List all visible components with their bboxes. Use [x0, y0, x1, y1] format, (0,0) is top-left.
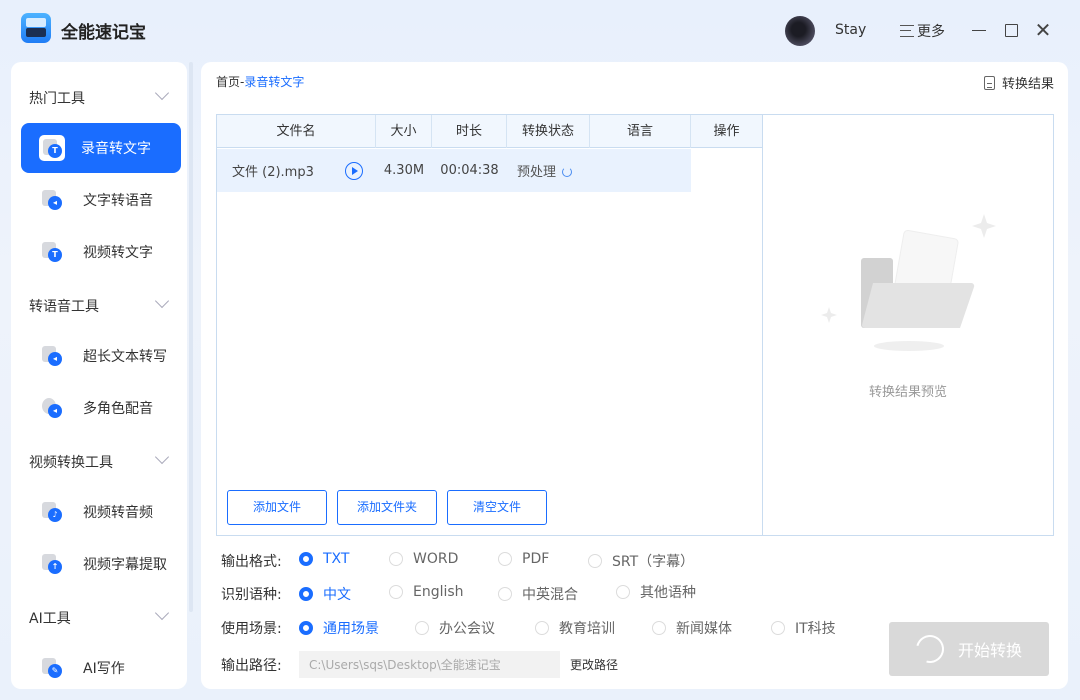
format-radio-pdf[interactable]: PDF — [498, 551, 549, 567]
sidebar-group-ai-tools[interactable]: AI工具 — [29, 608, 71, 628]
breadcrumb-current: 录音转文字 — [244, 75, 305, 89]
column-header-status: 转换状态 — [507, 115, 590, 148]
sidebar-item-text-to-speech[interactable]: ◂ 文字转语音 — [21, 175, 181, 225]
sidebar-item-label: 录音转文字 — [81, 141, 151, 157]
scene-radio-office[interactable]: 办公会议 — [415, 618, 495, 638]
clear-files-button[interactable]: 清空文件 — [447, 490, 547, 525]
app-title: 全能速记宝 — [61, 23, 146, 43]
scene-radio-education[interactable]: 教育培训 — [535, 618, 615, 638]
sidebar-item-label: 视频转文字 — [83, 245, 153, 261]
empty-folder-illustration — [821, 214, 996, 351]
language-radio-english[interactable]: English — [389, 584, 464, 600]
sidebar-item-video-to-audio[interactable]: ♪ 视频转音频 — [21, 487, 181, 537]
sidebar-item-label: 文字转语音 — [83, 193, 153, 209]
preview-panel: 转换结果预览 — [763, 114, 1054, 536]
sidebar-item-long-text[interactable]: ◂ 超长文本转写 — [21, 331, 181, 381]
menu-icon — [900, 25, 914, 37]
document-icon — [983, 75, 995, 90]
more-menu-button[interactable]: 更多 — [900, 21, 945, 41]
sidebar-item-video-to-text[interactable]: T 视频转文字 — [21, 227, 181, 277]
chevron-down-icon[interactable] — [154, 605, 170, 621]
ai-writing-icon: ✎ — [41, 657, 63, 679]
add-file-button[interactable]: 添加文件 — [227, 490, 327, 525]
output-path-label: 输出路径: — [221, 658, 282, 674]
sparkle-icon — [972, 214, 996, 238]
conversion-results-link[interactable]: 转换结果 — [983, 73, 1054, 92]
main-panel: 首页-录音转文字 转换结果 文件名 大小 时长 转换状态 语言 操作 文件 (2… — [201, 62, 1068, 689]
sidebar-item-label: 视频转音频 — [83, 505, 153, 521]
column-header-size: 大小 — [376, 115, 432, 148]
loading-spinner-icon — [562, 167, 573, 177]
scene-radio-news[interactable]: 新闻媒体 — [652, 618, 732, 638]
chevron-down-icon[interactable] — [154, 449, 170, 465]
sidebar-item-label: 多角色配音 — [83, 401, 153, 417]
column-header-action: 操作 — [713, 124, 740, 139]
app-logo-icon — [21, 13, 51, 43]
language-radio-other[interactable]: 其他语种 — [616, 582, 696, 602]
close-button[interactable]: ✕ — [1034, 20, 1052, 40]
file-size: 4.30M — [383, 163, 425, 178]
sidebar-group-speech-tools[interactable]: 转语音工具 — [29, 296, 99, 316]
file-name: 文件 (2).mp3 — [232, 165, 314, 180]
more-label: 更多 — [917, 24, 945, 40]
sidebar-item-subtitle-extract[interactable]: ↑ 视频字幕提取 — [21, 539, 181, 589]
table-row[interactable]: 文件 (2).mp3 4.30M 00:04:38 预处理 — [217, 149, 691, 192]
video-to-audio-icon: ♪ — [41, 501, 63, 523]
sidebar-scrollbar[interactable] — [189, 62, 193, 612]
chevron-down-icon[interactable] — [154, 85, 170, 101]
column-header-filename: 文件名 — [217, 115, 376, 148]
minimize-button[interactable] — [970, 20, 988, 40]
sidebar-item-label: 视频字幕提取 — [83, 557, 167, 573]
video-to-text-icon: T — [41, 241, 63, 263]
file-table: 文件名 大小 时长 转换状态 语言 操作 文件 (2).mp3 4.30M 00… — [216, 114, 763, 536]
language-label: 识别语种: — [221, 587, 282, 603]
breadcrumb-home[interactable]: 首页 — [216, 75, 240, 89]
scene-radio-general[interactable]: 通用场景 — [299, 618, 379, 638]
format-label: 输出格式: — [221, 554, 282, 570]
table-header: 文件名 大小 时长 转换状态 语言 操作 — [217, 115, 762, 148]
audio-to-text-icon: T — [39, 135, 65, 161]
sidebar-group-hot-tools[interactable]: 热门工具 — [29, 88, 85, 108]
change-path-link[interactable]: 更改路径 — [570, 656, 618, 673]
username[interactable]: Stay — [835, 22, 866, 38]
chevron-down-icon[interactable] — [154, 293, 170, 309]
file-duration: 00:04:38 — [440, 163, 499, 178]
breadcrumb: 首页-录音转文字 — [216, 75, 305, 89]
file-status: 预处理 — [507, 161, 590, 180]
waveform-icon — [910, 629, 950, 669]
format-radio-txt[interactable]: TXT — [299, 551, 349, 567]
sidebar-group-video-tools[interactable]: 视频转换工具 — [29, 452, 113, 472]
user-avatar[interactable] — [785, 16, 815, 46]
long-text-icon: ◂ — [41, 345, 63, 367]
sidebar-item-multi-role-dubbing[interactable]: ◂ 多角色配音 — [21, 383, 181, 433]
subtitle-extract-icon: ↑ — [41, 553, 63, 575]
language-radio-chinese[interactable]: 中文 — [299, 584, 351, 604]
text-to-speech-icon: ◂ — [41, 189, 63, 211]
sidebar-item-label: AI写作 — [83, 661, 125, 677]
scene-label: 使用场景: — [221, 621, 282, 637]
sidebar: 热门工具 T 录音转文字 ◂ 文字转语音 T 视频转文字 转语音工具 ◂ 超长文… — [11, 62, 187, 689]
sidebar-item-label: 超长文本转写 — [83, 349, 167, 365]
sidebar-item-audio-to-text[interactable]: T 录音转文字 — [21, 123, 181, 173]
play-icon[interactable] — [345, 161, 363, 180]
format-radio-srt[interactable]: SRT（字幕） — [588, 551, 694, 571]
scene-radio-it[interactable]: IT科技 — [771, 618, 836, 638]
language-radio-mixed[interactable]: 中英混合 — [498, 584, 578, 604]
sparkle-icon — [821, 307, 837, 323]
output-path-field[interactable] — [299, 651, 560, 678]
multi-role-icon: ◂ — [41, 397, 63, 419]
column-header-language: 语言 — [590, 115, 691, 148]
preview-placeholder: 转换结果预览 — [868, 385, 947, 400]
title-bar: 全能速记宝 Stay 更多 ✕ — [0, 0, 1080, 60]
format-radio-word[interactable]: WORD — [389, 551, 458, 567]
sidebar-item-ai-writing[interactable]: ✎ AI写作 — [21, 643, 181, 689]
column-header-duration: 时长 — [432, 115, 507, 148]
start-conversion-button[interactable]: 开始转换 — [889, 622, 1049, 676]
add-folder-button[interactable]: 添加文件夹 — [337, 490, 437, 525]
maximize-button[interactable] — [1002, 20, 1020, 40]
